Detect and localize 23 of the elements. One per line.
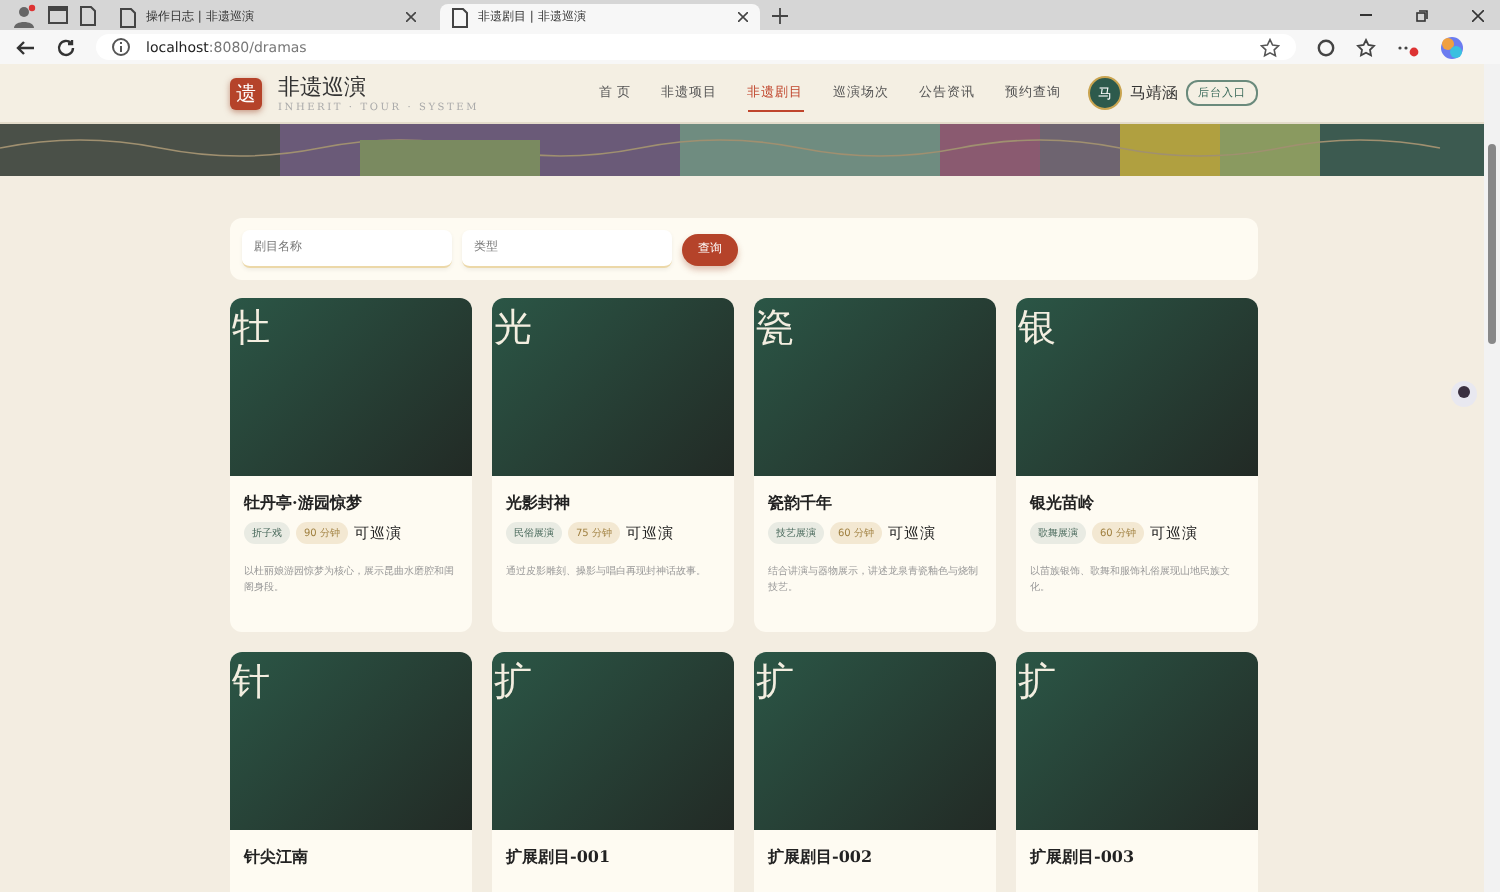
- cover-character: 光: [494, 310, 532, 348]
- cover-character: 瓷: [756, 310, 794, 348]
- site-title: 非遗巡演: [278, 72, 368, 102]
- cover-character: 扩: [756, 664, 794, 702]
- drama-title: 牡丹亭·游园惊梦: [244, 492, 364, 514]
- drama-title: 扩展剧目-002: [768, 846, 875, 868]
- drama-card[interactable]: 扩 扩展剧目-001: [492, 652, 734, 892]
- logo[interactable]: 遗: [230, 77, 262, 109]
- drama-title: 瓷韵千年: [768, 492, 834, 514]
- drama-title: 扩展剧目-001: [506, 846, 613, 868]
- cover-character: 针: [232, 664, 270, 702]
- drama-card[interactable]: 扩 扩展剧目-003: [1016, 652, 1258, 892]
- user-name: 马靖涵: [1130, 82, 1178, 104]
- drama-card[interactable]: 扩 扩展剧目-002: [754, 652, 996, 892]
- cover-character: 扩: [1018, 664, 1056, 702]
- cover-character: 银: [1018, 310, 1056, 348]
- drama-title: 针尖江南: [244, 846, 310, 868]
- cover-character: 扩: [494, 664, 532, 702]
- drama-title: 银光苗岭: [1030, 492, 1096, 514]
- cover-character: 牡: [232, 310, 270, 348]
- drama-card[interactable]: 针 针尖江南: [230, 652, 472, 892]
- drama-title: 扩展剧目-003: [1030, 846, 1137, 868]
- drama-title: 光影封神: [506, 492, 572, 514]
